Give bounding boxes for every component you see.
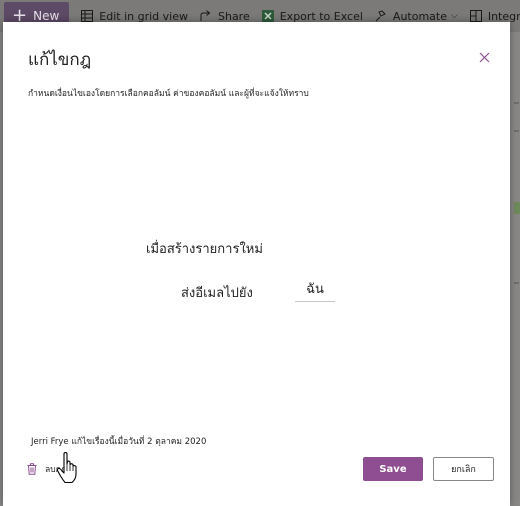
dialog-title: แก้ไขกฎ xyxy=(28,50,92,70)
background-row xyxy=(514,282,519,284)
automate-icon xyxy=(375,10,386,22)
share-icon xyxy=(200,10,211,21)
recipient-field[interactable]: ฉัน xyxy=(295,276,335,302)
integrate-icon xyxy=(469,10,482,22)
delete-rule-button[interactable]: ลบกฎ xyxy=(27,460,66,478)
new-label: New xyxy=(33,9,60,23)
modified-info: Jerri Frye แก้ไขเรื่องนี้เมื่อวันที่ 2 ต… xyxy=(31,437,207,447)
save-button[interactable]: Save xyxy=(363,457,423,481)
background-badge xyxy=(514,202,520,214)
share-label: Share xyxy=(217,9,250,23)
edit-grid-label: Edit in grid view xyxy=(99,9,188,23)
cancel-button[interactable]: ยกเลิก xyxy=(433,457,494,481)
rule-action: ส่งอีเมลไปยัง xyxy=(181,286,253,301)
chevron-down-icon: ⌵ xyxy=(451,11,458,21)
dialog-description: กำหนดเงื่อนไขเองโดยการเลือกคอลัมน์ ค่าขอ… xyxy=(28,89,309,99)
background-row xyxy=(514,102,519,104)
trash-icon xyxy=(27,463,37,475)
export-label: Export to Excel xyxy=(279,9,363,23)
close-button[interactable] xyxy=(475,48,493,66)
grid-icon xyxy=(81,10,94,22)
background-row xyxy=(514,130,519,132)
rule-condition: เมื่อสร้างรายการใหม่ xyxy=(146,242,263,257)
excel-icon xyxy=(261,10,274,22)
delete-rule-label: ลบกฎ xyxy=(45,465,67,475)
edit-rule-dialog: แก้ไขกฎ กำหนดเงื่อนไขเองโดยการเลือกคอลัม… xyxy=(3,22,510,506)
integrate-label: Integrate xyxy=(487,9,520,23)
close-icon xyxy=(479,52,489,62)
background-list xyxy=(512,32,520,506)
automate-label: Automate xyxy=(392,9,447,23)
